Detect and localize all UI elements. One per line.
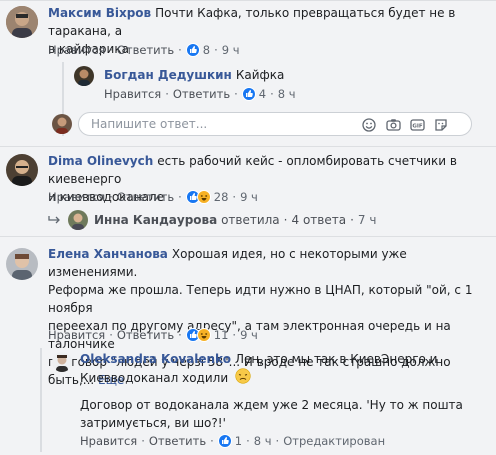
reaction-count: 11	[213, 328, 229, 342]
gif-icon[interactable]: GIF	[409, 117, 425, 133]
like-button[interactable]: Нравится	[48, 190, 105, 204]
avatar-photo-icon	[74, 66, 94, 86]
haha-reaction-icon	[196, 190, 211, 204]
divider	[0, 146, 496, 147]
comment-actions: Нравится · Ответить · 8 · 9 ч	[48, 43, 240, 57]
avatar[interactable]	[74, 66, 94, 86]
divider	[0, 236, 496, 237]
reactions[interactable]: 8	[185, 43, 211, 57]
sticker-icon[interactable]	[433, 117, 449, 133]
reply-text-2: Договор от водоканала ждем уже 2 месяца.…	[80, 396, 490, 432]
reply-body: Договор от водоканала ждем уже 2 месяца.…	[80, 398, 463, 412]
divider	[0, 0, 496, 1]
comment-author[interactable]: Елена Ханчанова	[48, 247, 168, 261]
thread-action: ответила	[221, 213, 280, 227]
avatar	[68, 210, 88, 230]
timestamp[interactable]: 9 ч	[222, 43, 240, 57]
like-reaction-icon	[241, 87, 256, 101]
reply-body: Кайфка	[235, 68, 285, 82]
like-button[interactable]: Нравится	[48, 328, 105, 342]
avatar	[52, 114, 72, 134]
reply-button[interactable]: Ответить	[173, 87, 230, 101]
reply-button[interactable]: Ответить	[117, 190, 174, 204]
reaction-count: 4	[258, 87, 267, 101]
reactions[interactable]: 1	[217, 434, 243, 448]
avatar-photo-icon	[52, 352, 72, 372]
like-button[interactable]: Нравится	[80, 434, 137, 448]
thread-time: 7 ч	[357, 213, 377, 227]
haha-reaction-icon	[196, 328, 211, 342]
reply-button[interactable]: Ответить	[117, 43, 174, 57]
reply-button[interactable]: Ответить	[117, 328, 174, 342]
reply-text: Богдан Дедушкин Кайфка	[104, 66, 484, 84]
reaction-count: 8	[202, 43, 211, 57]
svg-text:GIF: GIF	[412, 124, 423, 130]
comment-actions: Нравится · Ответить · 28 · 9 ч	[48, 190, 258, 204]
avatar-photo-icon	[6, 6, 38, 38]
reply-actions: Нравится · Ответить · 4 · 8 ч	[104, 87, 296, 101]
reactions[interactable]: 11	[185, 328, 229, 342]
reply-arrow-icon	[48, 215, 62, 225]
comment-body-cont: Реформа же прошла. Теперь идти нужно в Ц…	[48, 283, 473, 315]
view-replies-link[interactable]: Инна Кандаурова ответила · 4 ответа · 7 ч	[48, 210, 376, 230]
reply-author[interactable]: Oleksandra Kovalenko	[80, 352, 231, 366]
edited-label[interactable]: Отредактирован	[283, 434, 385, 448]
reaction-count: 28	[213, 190, 229, 204]
reply-body-cont: затримується, ви шо?!'	[80, 416, 226, 430]
reply-composer[interactable]: GIF	[78, 112, 472, 136]
thread-author[interactable]: Инна Кандаурова	[94, 213, 217, 227]
avatar[interactable]	[6, 248, 38, 280]
camera-icon[interactable]	[385, 117, 401, 133]
like-reaction-icon	[217, 434, 232, 448]
reply-body: Лен, это мы так в КиевЭнерго и	[234, 352, 438, 366]
reply-button[interactable]: Ответить	[149, 434, 206, 448]
like-button[interactable]: Нравится	[48, 43, 105, 57]
reply-author[interactable]: Богдан Дедушкин	[104, 68, 232, 82]
emoji-icon[interactable]	[361, 117, 377, 133]
reply-text: Oleksandra Kovalenko Лен, это мы так в Ки…	[80, 350, 490, 389]
reply-thread-line	[40, 348, 42, 452]
avatar[interactable]	[6, 6, 38, 38]
reaction-count: 1	[234, 434, 243, 448]
timestamp[interactable]: 8 ч	[278, 87, 296, 101]
comment-author[interactable]: Dima Olinevych	[48, 154, 153, 168]
reply-body-cont: Киевводоканал ходили	[80, 371, 229, 385]
avatar-photo-icon	[52, 114, 72, 134]
thread-replies-count[interactable]: 4 ответа	[292, 213, 347, 227]
timestamp[interactable]: 8 ч	[254, 434, 272, 448]
timestamp[interactable]: 9 ч	[240, 328, 258, 342]
reactions[interactable]: 28	[185, 190, 229, 204]
comment-actions: Нравится · Ответить · 11 · 9 ч	[48, 328, 258, 342]
sad-emoji-icon	[235, 368, 251, 389]
like-reaction-icon	[185, 43, 200, 57]
like-button[interactable]: Нравится	[104, 87, 161, 101]
reply-input[interactable]	[91, 116, 311, 132]
reply-actions: Нравится · Ответить · 1 · 8 ч · Отредакт…	[80, 434, 386, 448]
timestamp[interactable]: 9 ч	[240, 190, 258, 204]
comment-author[interactable]: Максим Віхров	[48, 6, 151, 20]
avatar[interactable]	[6, 154, 38, 186]
avatar-photo-icon	[68, 210, 88, 230]
reactions[interactable]: 4	[241, 87, 267, 101]
avatar[interactable]	[52, 352, 72, 372]
avatar-photo-icon	[6, 154, 38, 186]
avatar-photo-icon	[6, 248, 38, 280]
